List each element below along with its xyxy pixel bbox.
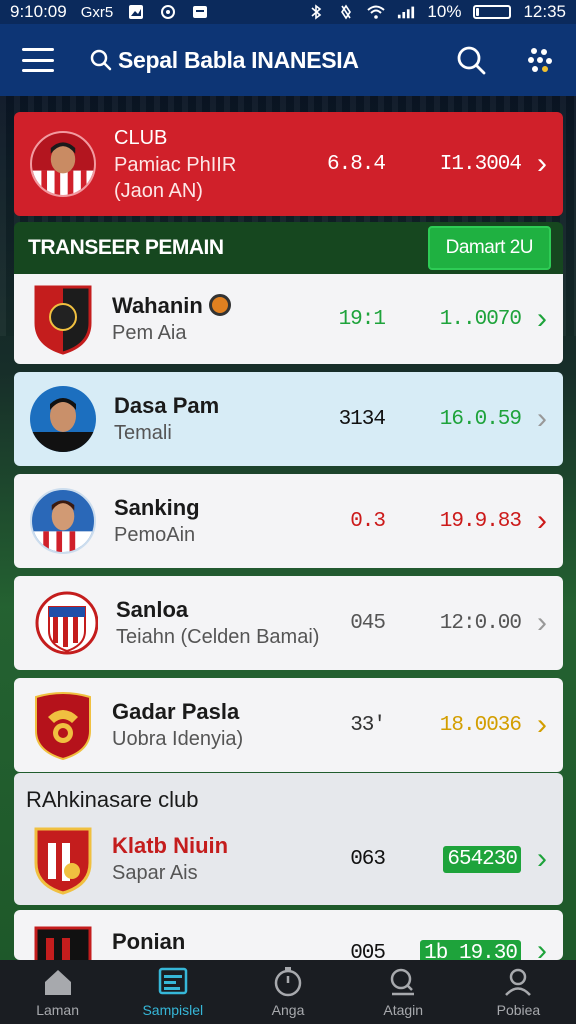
profile-icon bbox=[505, 968, 532, 996]
avatar bbox=[30, 131, 96, 197]
player-value2: 19.9.83 bbox=[439, 509, 522, 533]
club-ranking-title: RAhkinasare club bbox=[26, 787, 199, 812]
club-card[interactable]: CLUB Pamiac PhIIR (Jaon AN) 6.8.4 I1.300… bbox=[14, 112, 563, 216]
club-name: Klatb Niuin bbox=[112, 833, 229, 858]
search-small-icon bbox=[90, 49, 112, 71]
chevron-right-icon: › bbox=[537, 402, 547, 435]
nav-home[interactable]: Laman bbox=[0, 960, 115, 1024]
player-sub: Uobra Idenyia) bbox=[112, 728, 244, 750]
player-name: Gadar Pasla bbox=[112, 699, 240, 724]
signal-icon bbox=[397, 4, 415, 20]
club-row[interactable]: Klatb Niuin Sapar Ais 063 654230 › bbox=[14, 816, 563, 902]
club-name: Ponian bbox=[112, 929, 186, 954]
player-name: Wahanin bbox=[112, 292, 315, 320]
player-sub: Temali bbox=[114, 422, 172, 444]
player-row[interactable]: Dasa Pam Temali 3134 16.0.59 › bbox=[14, 372, 563, 466]
chevron-right-icon: › bbox=[537, 504, 547, 537]
player-value2: 1..0070 bbox=[439, 307, 522, 331]
battery-percent: 10% bbox=[427, 2, 462, 21]
club-card-value2: I1.3004 bbox=[439, 152, 522, 176]
nav-timer[interactable]: Anga bbox=[230, 960, 345, 1024]
avatar bbox=[30, 488, 96, 554]
club-crest-icon bbox=[34, 285, 92, 355]
player-row[interactable]: Wahanin Pem Aia 19:1 1..0070 › bbox=[14, 274, 563, 364]
nav-timer-label: Anga bbox=[271, 1002, 305, 1018]
player-name: Dasa Pam bbox=[114, 393, 220, 418]
bluetooth-icon bbox=[307, 4, 325, 20]
sync-icon bbox=[159, 4, 177, 20]
menu-icon[interactable] bbox=[22, 48, 54, 72]
club-value1: 063 bbox=[350, 847, 386, 871]
nav-search-label: Atagin bbox=[383, 1002, 424, 1018]
nav-stats-label: Sampislel bbox=[142, 1002, 204, 1018]
transfer-section-header: TRANSEER PEMAIN Damart 2U bbox=[14, 222, 563, 274]
page-title: Sepal Babla INANESIA bbox=[118, 46, 359, 73]
bottom-nav: Laman Sampislel Anga Atagin Pobiea bbox=[0, 960, 576, 1024]
image-icon bbox=[127, 4, 145, 20]
search-icon bbox=[390, 968, 415, 996]
player-name: Sanloa bbox=[116, 597, 189, 622]
player-value2: 12:0.00 bbox=[439, 611, 522, 635]
transfer-section-title: TRANSEER PEMAIN bbox=[28, 236, 224, 259]
nav-home-label: Laman bbox=[36, 1002, 79, 1018]
player-value2: 18.0036 bbox=[439, 713, 522, 737]
status-time-right: 12:35 bbox=[523, 2, 566, 21]
club-crest-icon bbox=[35, 692, 91, 761]
player-value1: 33' bbox=[350, 713, 386, 737]
club-crest-icon bbox=[35, 591, 98, 655]
club-value1: 005 bbox=[350, 942, 386, 960]
club-value2-badge: 654230 bbox=[443, 845, 521, 873]
player-value1: 19:1 bbox=[338, 307, 386, 331]
timer-icon bbox=[274, 967, 302, 997]
club-sub: Sapar Ais bbox=[112, 862, 198, 884]
wifi-icon bbox=[367, 4, 386, 20]
player-row[interactable]: Sanking PemoAin 0.3 19.9.83 › bbox=[14, 474, 563, 568]
chevron-right-icon: › bbox=[537, 606, 547, 639]
club-value2-wrap: 654230 bbox=[401, 845, 521, 873]
app-bar: Sepal Babla INANESIA bbox=[0, 24, 576, 96]
club-row[interactable]: Ponian 005 1b 19.30 › bbox=[14, 910, 563, 960]
chevron-right-icon: › bbox=[537, 302, 547, 335]
chevron-right-icon: › bbox=[537, 934, 547, 960]
player-sub: Pem Aia bbox=[112, 322, 187, 344]
mute-icon bbox=[337, 4, 355, 20]
ball-icon bbox=[208, 294, 231, 316]
club-value2-badge: 1b 19.30 bbox=[420, 940, 521, 960]
search-icon[interactable] bbox=[456, 45, 486, 75]
chevron-right-icon: › bbox=[537, 147, 547, 180]
player-value1: 3134 bbox=[338, 407, 386, 431]
nav-search[interactable]: Atagin bbox=[346, 960, 461, 1024]
player-sub: Teiahn (Celden Bamai) bbox=[116, 626, 320, 648]
nav-stats[interactable]: Sampislel bbox=[115, 960, 230, 1024]
battery-icon bbox=[473, 5, 512, 19]
player-value1: 0.3 bbox=[350, 509, 386, 533]
nav-profile[interactable]: Pobiea bbox=[461, 960, 576, 1024]
club-crest-icon bbox=[34, 827, 92, 895]
status-bar: 9:10:09 Gxr5 10% 12:35 bbox=[0, 0, 576, 24]
club-card-title: CLUB bbox=[114, 127, 168, 149]
home-icon bbox=[44, 970, 71, 995]
player-sub: PemoAin bbox=[114, 524, 196, 546]
chevron-right-icon: › bbox=[537, 842, 547, 875]
club-crest-icon bbox=[34, 926, 92, 960]
nav-profile-label: Pobiea bbox=[496, 1002, 541, 1018]
club-value2-wrap: 1b 19.30 bbox=[401, 940, 521, 960]
club-card-value1: 6.8.4 bbox=[326, 152, 386, 176]
status-carrier: Gxr5 bbox=[80, 3, 114, 21]
club-card-sub: (Jaon AN) bbox=[114, 180, 203, 202]
message-icon bbox=[191, 4, 209, 20]
player-value2: 16.0.59 bbox=[439, 407, 522, 431]
player-row[interactable]: Sanloa Teiahn (Celden Bamai) 045 12:0.00… bbox=[14, 576, 563, 670]
player-value1: 045 bbox=[350, 611, 386, 635]
player-name: Sanking bbox=[114, 495, 200, 520]
apps-icon[interactable] bbox=[526, 46, 554, 74]
app-title-wrap: Sepal Babla INANESIA bbox=[90, 47, 359, 74]
status-time-left: 9:10:09 bbox=[10, 2, 67, 21]
player-row[interactable]: Gadar Pasla Uobra Idenyia) 33' 18.0036 › bbox=[14, 678, 563, 772]
chevron-right-icon: › bbox=[537, 708, 547, 741]
stats-icon bbox=[158, 967, 188, 995]
transfer-action-button[interactable]: Damart 2U bbox=[427, 226, 551, 270]
avatar bbox=[30, 386, 96, 452]
club-card-name: Pamiac PhIIR bbox=[114, 154, 237, 176]
